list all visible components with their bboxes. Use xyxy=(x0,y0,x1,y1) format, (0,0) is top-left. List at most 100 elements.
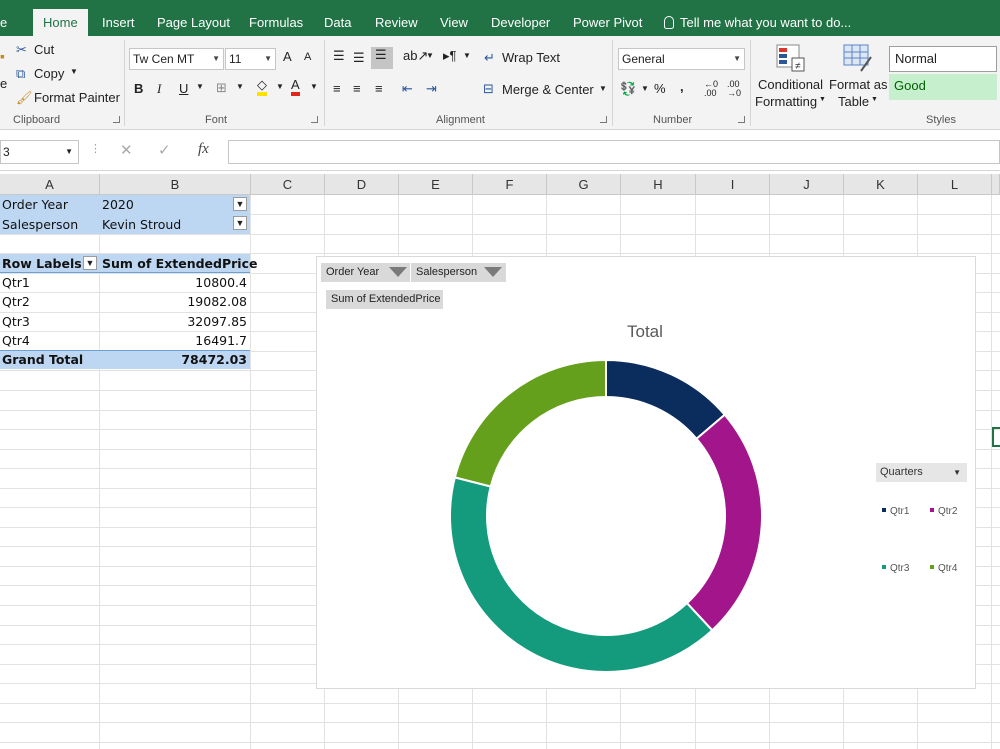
column-header-c[interactable]: C xyxy=(251,174,325,195)
doughnut-slice-qtr4[interactable] xyxy=(453,358,607,488)
chevron-down-icon[interactable]: ▼ xyxy=(641,84,649,93)
legend-item[interactable]: Qtr3 xyxy=(882,563,909,574)
column-header-i[interactable]: I xyxy=(696,174,770,195)
tab-developer[interactable]: Developer xyxy=(491,9,550,36)
chevron-down-icon[interactable]: ▼ xyxy=(463,51,471,60)
formula-input[interactable] xyxy=(228,140,1000,164)
tab-review[interactable]: Review xyxy=(375,9,418,36)
alignment-launcher-icon[interactable] xyxy=(600,116,607,123)
align-right-icon[interactable]: ≡ xyxy=(375,81,383,96)
paste-icon[interactable]: ▪ xyxy=(0,48,5,64)
filter-label-salesperson[interactable]: Salesperson xyxy=(2,215,78,234)
chevron-down-icon[interactable]: ▼ xyxy=(819,96,826,103)
chevron-down-icon[interactable]: ▼ xyxy=(310,82,318,91)
doughnut-slice-qtr2[interactable] xyxy=(685,413,763,632)
align-bottom-icon[interactable]: ☰ xyxy=(371,47,393,69)
font-name-combo[interactable]: Tw Cen MT ▼ xyxy=(129,48,224,70)
cut-icon[interactable]: ✂ xyxy=(16,42,27,58)
comma-style-button[interactable]: , xyxy=(680,79,684,94)
tell-me-search[interactable]: Tell me what you want to do... xyxy=(664,9,851,36)
tab-home[interactable]: Home xyxy=(33,9,88,36)
filter-icon[interactable]: ▼ xyxy=(233,216,247,230)
conditional-formatting-button[interactable]: Conditional xyxy=(758,77,823,92)
pivot-grand-total-label[interactable]: Grand Total xyxy=(2,350,83,369)
column-header-a[interactable]: A xyxy=(0,174,100,195)
decrease-decimal-icon[interactable]: .00 →0 xyxy=(727,80,741,98)
merge-center-icon[interactable]: ⊟ xyxy=(483,81,494,97)
column-header-d[interactable]: D xyxy=(325,174,399,195)
fill-color-icon[interactable]: ◇ xyxy=(257,78,267,96)
legend-item[interactable]: Qtr4 xyxy=(930,563,957,574)
pivot-row-labels-header[interactable]: Row Labels xyxy=(2,254,82,273)
pivot-row-label[interactable]: Qtr1 xyxy=(2,273,30,292)
column-header-g[interactable]: G xyxy=(547,174,621,195)
shrink-font-button[interactable]: A xyxy=(304,51,311,63)
column-header-l[interactable]: L xyxy=(918,174,992,195)
format-painter-button[interactable]: Format Painter xyxy=(34,90,120,105)
doughnut-slice-qtr1[interactable] xyxy=(605,358,727,441)
bold-button[interactable]: B xyxy=(134,81,143,96)
filter-label-order-year[interactable]: Order Year xyxy=(2,195,68,214)
column-header-e[interactable]: E xyxy=(399,174,473,195)
decrease-indent-icon[interactable]: ⇤ xyxy=(402,81,413,97)
filter-value-salesperson[interactable]: Kevin Stroud xyxy=(102,215,181,234)
pivot-row-label[interactable]: Qtr3 xyxy=(2,312,30,331)
italic-button[interactable]: I xyxy=(157,81,161,97)
format-as-table-icon[interactable] xyxy=(843,44,873,72)
chevron-down-icon[interactable]: ▼ xyxy=(70,67,78,76)
font-color-button[interactable]: A xyxy=(291,78,300,96)
pivot-row-value[interactable]: 19082.08 xyxy=(187,292,247,311)
orientation-icon[interactable]: ab↗ xyxy=(403,48,428,64)
tab-power-pivot[interactable]: Power Pivot xyxy=(573,9,642,36)
column-header-j[interactable]: J xyxy=(770,174,844,195)
pivot-row-value[interactable]: 32097.85 xyxy=(187,312,247,331)
filter-value-order-year[interactable]: 2020 xyxy=(102,195,134,214)
borders-icon[interactable]: ⊞ xyxy=(216,80,227,96)
tab-data[interactable]: Data xyxy=(324,9,351,36)
chevron-down-icon[interactable]: ▼ xyxy=(599,84,607,93)
text-direction-icon[interactable]: ▸¶ xyxy=(443,48,457,64)
filter-icon[interactable]: ▼ xyxy=(233,197,247,211)
underline-button[interactable]: U xyxy=(179,81,188,96)
chevron-down-icon[interactable]: ▼ xyxy=(196,82,204,91)
align-middle-icon[interactable]: ☰ xyxy=(353,50,365,66)
increase-decimal-icon[interactable]: ←0.00 xyxy=(704,80,718,98)
name-box[interactable]: 3 ▼ xyxy=(0,140,79,164)
format-painter-icon[interactable]: 🖌 xyxy=(16,90,33,106)
tab-page-layout[interactable]: Page Layout xyxy=(157,9,230,36)
row-labels-dropdown-icon[interactable]: ▼ xyxy=(83,256,97,270)
clipboard-launcher-icon[interactable] xyxy=(113,116,120,123)
format-as-table-button[interactable]: Format as xyxy=(829,77,888,92)
conditional-formatting-icon[interactable]: ≠ xyxy=(776,44,806,72)
align-left-icon[interactable]: ≡ xyxy=(333,81,341,96)
cancel-icon[interactable]: ✕ xyxy=(120,141,133,159)
column-header-f[interactable]: F xyxy=(473,174,547,195)
doughnut-slice-qtr3[interactable] xyxy=(449,476,714,673)
chart-value-field-button[interactable]: Sum of ExtendedPrice xyxy=(326,290,443,309)
insert-function-button[interactable]: fx xyxy=(198,141,209,158)
enter-icon[interactable]: ✓ xyxy=(158,141,171,159)
pivot-sum-header[interactable]: Sum of ExtendedPrice xyxy=(102,254,257,273)
percent-style-button[interactable]: % xyxy=(654,81,666,96)
chevron-down-icon[interactable]: ▼ xyxy=(426,51,434,60)
tab-file[interactable]: e xyxy=(0,9,7,36)
column-header-k[interactable]: K xyxy=(844,174,918,195)
pivot-row-value[interactable]: 10800.4 xyxy=(195,273,247,292)
style-normal[interactable]: Normal xyxy=(889,46,997,72)
column-header-h[interactable]: H xyxy=(621,174,696,195)
cut-button[interactable]: Cut xyxy=(34,42,54,57)
pivot-row-value[interactable]: 16491.7 xyxy=(195,331,247,350)
number-launcher-icon[interactable] xyxy=(738,116,745,123)
pivot-row-label[interactable]: Qtr4 xyxy=(2,331,30,350)
tab-insert[interactable]: Insert xyxy=(102,9,135,36)
copy-icon[interactable]: ⧉ xyxy=(16,66,25,82)
chevron-down-icon[interactable]: ▼ xyxy=(276,82,284,91)
style-good[interactable]: Good xyxy=(889,74,997,100)
legend-item[interactable]: Qtr1 xyxy=(882,506,909,517)
grow-font-button[interactable]: A xyxy=(283,49,292,64)
pivot-grand-total-value[interactable]: 78472.03 xyxy=(181,350,247,369)
accounting-format-icon[interactable]: 💱 xyxy=(620,81,636,97)
font-launcher-icon[interactable] xyxy=(311,116,318,123)
chevron-down-icon[interactable]: ▼ xyxy=(871,96,878,103)
wrap-text-icon[interactable]: ↵ xyxy=(484,50,495,66)
